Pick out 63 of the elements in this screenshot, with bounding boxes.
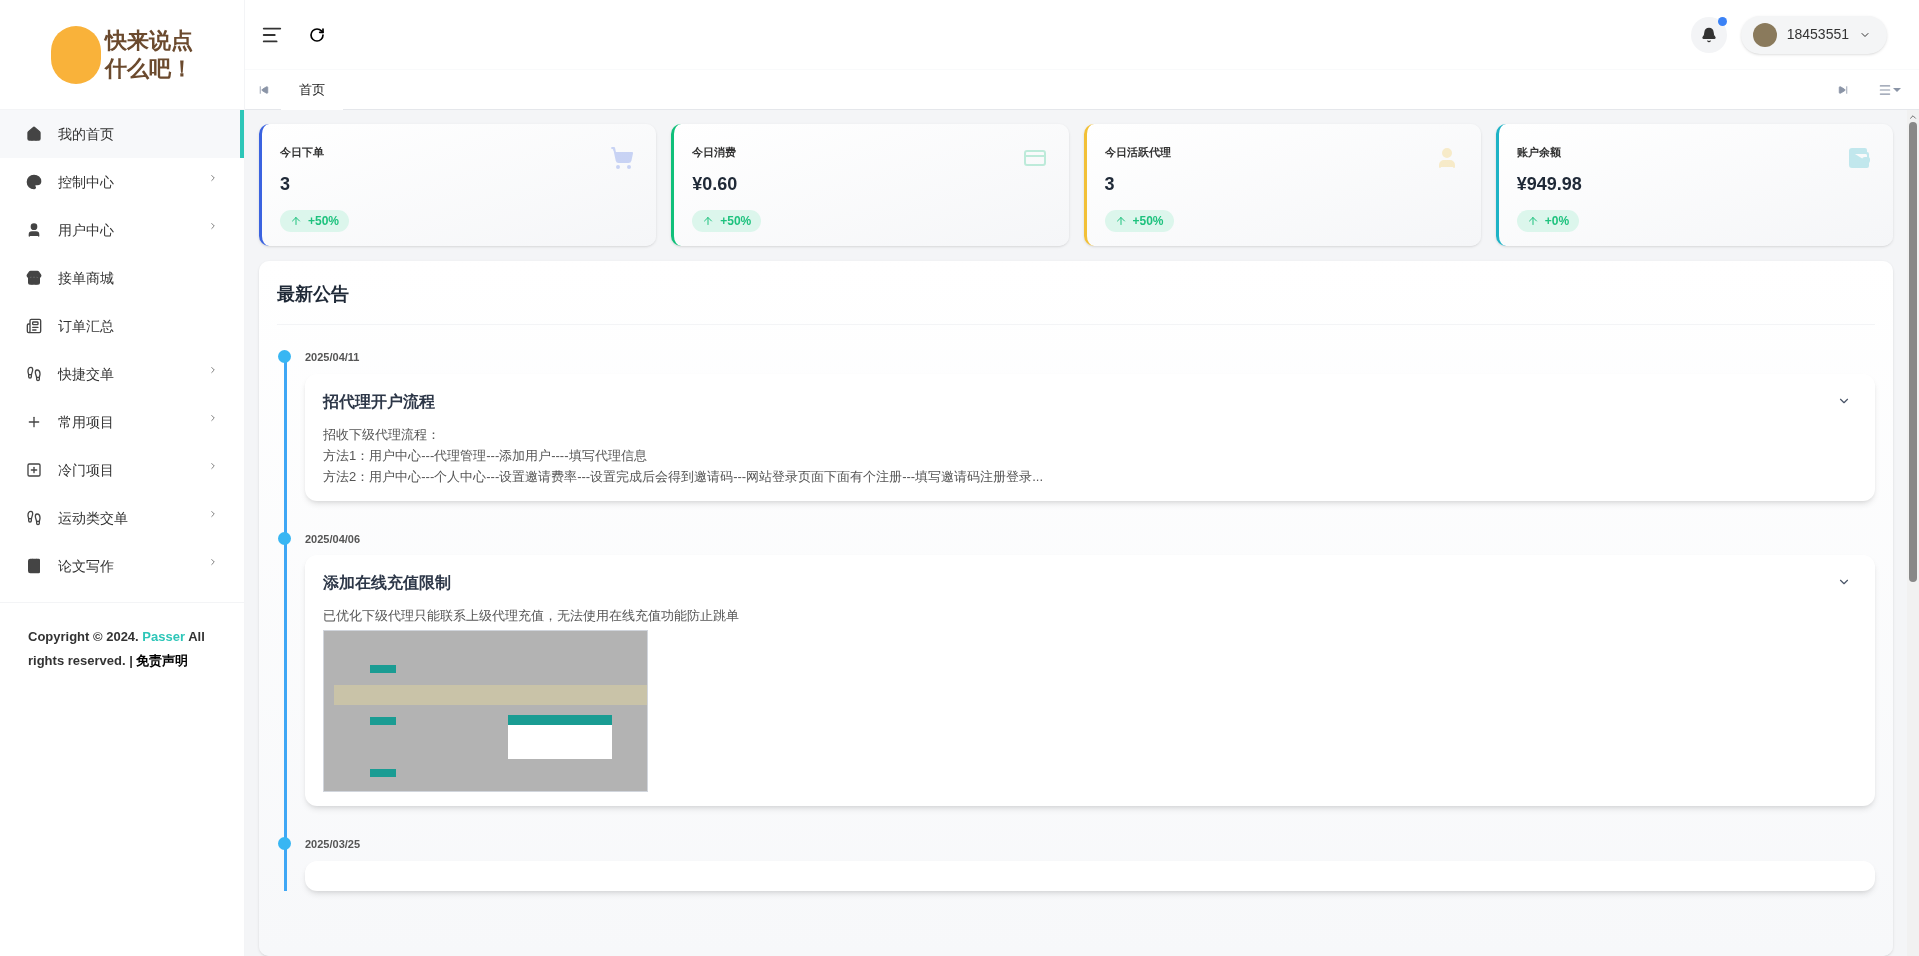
announcement-text: 方法2：用户中心---个人中心---设置邀请费率---设置完成后会得到邀请码---网站登录页面下面有个注册---填写邀请码注册登录... [323, 467, 1043, 486]
logo-text: 快来说点 什么吧！ [105, 26, 193, 83]
stat-value: 3 [280, 172, 290, 196]
palette-icon [26, 174, 42, 190]
chevron-right-icon [208, 557, 218, 567]
change-badge: +50% [1104, 209, 1174, 232]
stat-label: 账户余额 [1516, 145, 1561, 160]
change-badge: +50% [692, 209, 762, 232]
chevron-right-icon [208, 173, 218, 183]
chevron-right-icon [208, 221, 218, 231]
skip-forward-icon[interactable] [1838, 84, 1848, 95]
scroll-up-icon[interactable] [1908, 112, 1918, 122]
chevron-right-icon [208, 509, 218, 519]
sidebar-item[interactable]: 用户中心 [0, 206, 244, 254]
scrollbar[interactable] [1907, 110, 1919, 956]
chevron-right-icon [208, 413, 218, 423]
store-icon [26, 270, 42, 286]
announcement-date: 2025/04/11 [305, 350, 360, 365]
disclaimer-link[interactable]: 免责声明 [136, 653, 189, 668]
copyright-text: Copyright © 2024. Passer All rights reserved. | 免责声明 [28, 628, 206, 670]
change-badge: +0% [1516, 209, 1580, 232]
sidebar-item[interactable]: 快捷交单 [0, 350, 244, 398]
sidebar-item[interactable]: 论文写作 [0, 542, 244, 590]
user-icon [26, 222, 42, 238]
stat-value: ¥949.98 [1516, 172, 1582, 196]
sidebar-item[interactable]: 运动类交单 [0, 494, 244, 542]
user-menu-button[interactable]: 18453551 [1740, 15, 1887, 54]
panel-title: 最新公告 [277, 281, 1875, 325]
square-plus-icon [26, 462, 42, 478]
chevron-right-icon [208, 365, 218, 375]
newspaper-icon [26, 318, 42, 334]
announcement-date: 2025/03/25 [305, 837, 361, 852]
chevron-right-icon [208, 461, 218, 471]
bell-icon [1700, 26, 1717, 43]
avatar [1752, 22, 1777, 47]
sidebar-item[interactable]: 接单商城 [0, 254, 244, 302]
sidebar-item[interactable]: 冷门项目 [0, 446, 244, 494]
announcement-text: 方法1：用户中心---代理管理---添加用户----填写代理信息 [323, 446, 647, 465]
sidebar-item[interactable]: 常用项目 [0, 398, 244, 446]
wallet-icon [1847, 146, 1871, 170]
sidebar-item[interactable]: 控制中心 [0, 158, 244, 206]
stat-label: 今日下单 [280, 145, 324, 160]
cart-icon [610, 146, 635, 170]
announcement-text: 招收下级代理流程： [323, 425, 440, 444]
cartoon-logo-icon [51, 25, 101, 84]
sidebar-item[interactable]: 我的首页 [0, 110, 244, 158]
book-icon [26, 558, 42, 574]
refresh-icon[interactable] [309, 26, 325, 43]
announcement-title: 添加在线充值限制 [323, 573, 451, 593]
skip-back-icon[interactable] [259, 84, 269, 95]
plus-icon [26, 414, 42, 430]
stat-value: 3 [1104, 172, 1115, 196]
announcement-text: 已优化下级代理只能联系上级代理充值，无法使用在线充值功能防止跳单 [323, 607, 739, 625]
change-badge: +50% [280, 209, 350, 232]
stat-label: 今日活跃代理 [1104, 145, 1171, 160]
announcement-title: 招代理开户流程 [323, 391, 435, 412]
stat-value: ¥0.60 [692, 172, 738, 196]
stat-label: 今日消费 [692, 145, 737, 160]
notification-button[interactable] [1690, 16, 1727, 53]
tab-menu-icon[interactable] [1878, 82, 1901, 97]
sidebar-item[interactable]: 订单汇总 [0, 302, 244, 350]
announcement-date: 2025/04/06 [305, 531, 361, 547]
home-icon [26, 126, 42, 142]
